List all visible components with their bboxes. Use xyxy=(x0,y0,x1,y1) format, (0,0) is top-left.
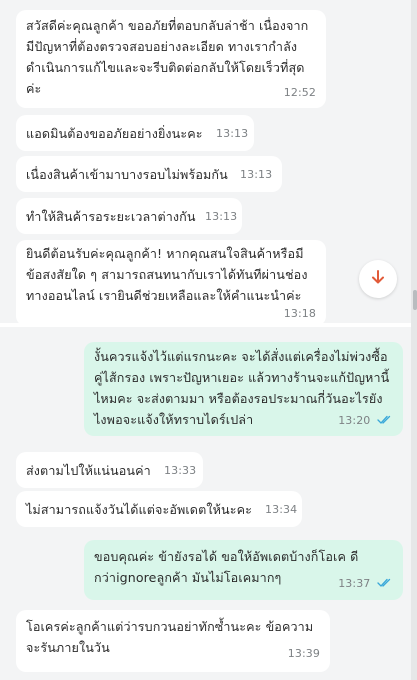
message-bubble-incoming[interactable]: ส่งตามไปให้แน่นอนค่า 13:33 xyxy=(16,452,203,488)
scrollbar[interactable] xyxy=(411,0,417,680)
message-bubble-outgoing[interactable]: ขอบคุณค่ะ ข้ายังรอได้ ขอให้อัพเดตบ้างก็โ… xyxy=(84,540,403,600)
message-time: 13:39 xyxy=(287,647,320,660)
message-time: 13:13 xyxy=(240,168,273,181)
chat-pane-top[interactable]: สวัสดีค่ะคุณลูกค้า ขออภัยที่ตอบกลับล่าช้… xyxy=(0,0,411,323)
message-meta: 13:37 xyxy=(338,573,393,595)
message-meta: 13:20 xyxy=(338,410,393,432)
message-text: สวัสดีค่ะคุณลูกค้า ขออภัยที่ตอบกลับล่าช้… xyxy=(26,18,309,96)
scrollbar-thumb[interactable] xyxy=(413,290,417,310)
message-time: 13:20 xyxy=(338,414,371,427)
message-time: 13:34 xyxy=(265,503,298,516)
message-bubble-incoming[interactable]: ยินดีต้อนรับค่ะคุณลูกค้า! หากคุณสนใจสินค… xyxy=(16,240,326,323)
message-time: 13:33 xyxy=(164,464,197,477)
message-text: ทำให้สินค้ารอระยะเวลาต่างกัน xyxy=(26,209,196,224)
message-time: 13:13 xyxy=(205,210,238,223)
message-text: แอดมินต้องขออภัยอย่างยิ่งนะคะ xyxy=(26,126,203,141)
message-text: ส่งตามไปให้แน่นอนค่า xyxy=(26,463,151,478)
scroll-to-bottom-button[interactable] xyxy=(359,260,397,298)
message-time: 13:13 xyxy=(216,127,249,140)
message-text: ยินดีต้อนรับค่ะคุณลูกค้า! หากคุณสนใจสินค… xyxy=(26,246,308,303)
message-text: โอเครค่ะลูกค้าแต่ว่ารบกวนอย่าทักซ้ำนะคะ … xyxy=(26,619,314,655)
message-text: ไม่สามารถแจ้งวันได้แต่จะอัพเดตให้นะคะ xyxy=(26,502,252,517)
message-bubble-incoming[interactable]: เนื่องสินค้าเข้ามาบางรอบไม่พร้อมกัน 13:1… xyxy=(16,156,282,192)
chevron-down-icon xyxy=(369,268,387,290)
message-bubble-incoming[interactable]: แอดมินต้องขออภัยอย่างยิ่งนะคะ 13:13 xyxy=(16,115,254,151)
message-time: 12:52 xyxy=(283,86,316,99)
message-bubble-incoming[interactable]: ทำให้สินค้ารอระยะเวลาต่างกัน 13:13 xyxy=(16,198,242,234)
message-bubble-incoming[interactable]: สวัสดีค่ะคุณลูกค้า ขออภัยที่ตอบกลับล่าช้… xyxy=(16,10,326,108)
message-bubble-incoming[interactable]: ไม่สามารถแจ้งวันได้แต่จะอัพเดตให้นะคะ 13… xyxy=(16,491,302,527)
message-text: เนื่องสินค้าเข้ามาบางรอบไม่พร้อมกัน xyxy=(26,167,228,182)
double-check-icon xyxy=(377,411,393,432)
message-time: 13:37 xyxy=(338,577,371,590)
double-check-icon xyxy=(377,574,393,595)
message-text: ขอบคุณค่ะ ข้ายังรอได้ ขอให้อัพเดตบ้างก็โ… xyxy=(94,549,359,585)
message-time: 13:18 xyxy=(283,307,316,320)
message-bubble-outgoing[interactable]: งั้นควรแจ้งไว้แต่แรกนะคะ จะได้สั่งแต่เคร… xyxy=(84,342,403,436)
message-bubble-incoming[interactable]: โอเครค่ะลูกค้าแต่ว่ารบกวนอย่าทักซ้ำนะคะ … xyxy=(16,610,330,672)
chat-pane-bottom[interactable]: งั้นควรแจ้งไว้แต่แรกนะคะ จะได้สั่งแต่เคร… xyxy=(0,327,411,680)
